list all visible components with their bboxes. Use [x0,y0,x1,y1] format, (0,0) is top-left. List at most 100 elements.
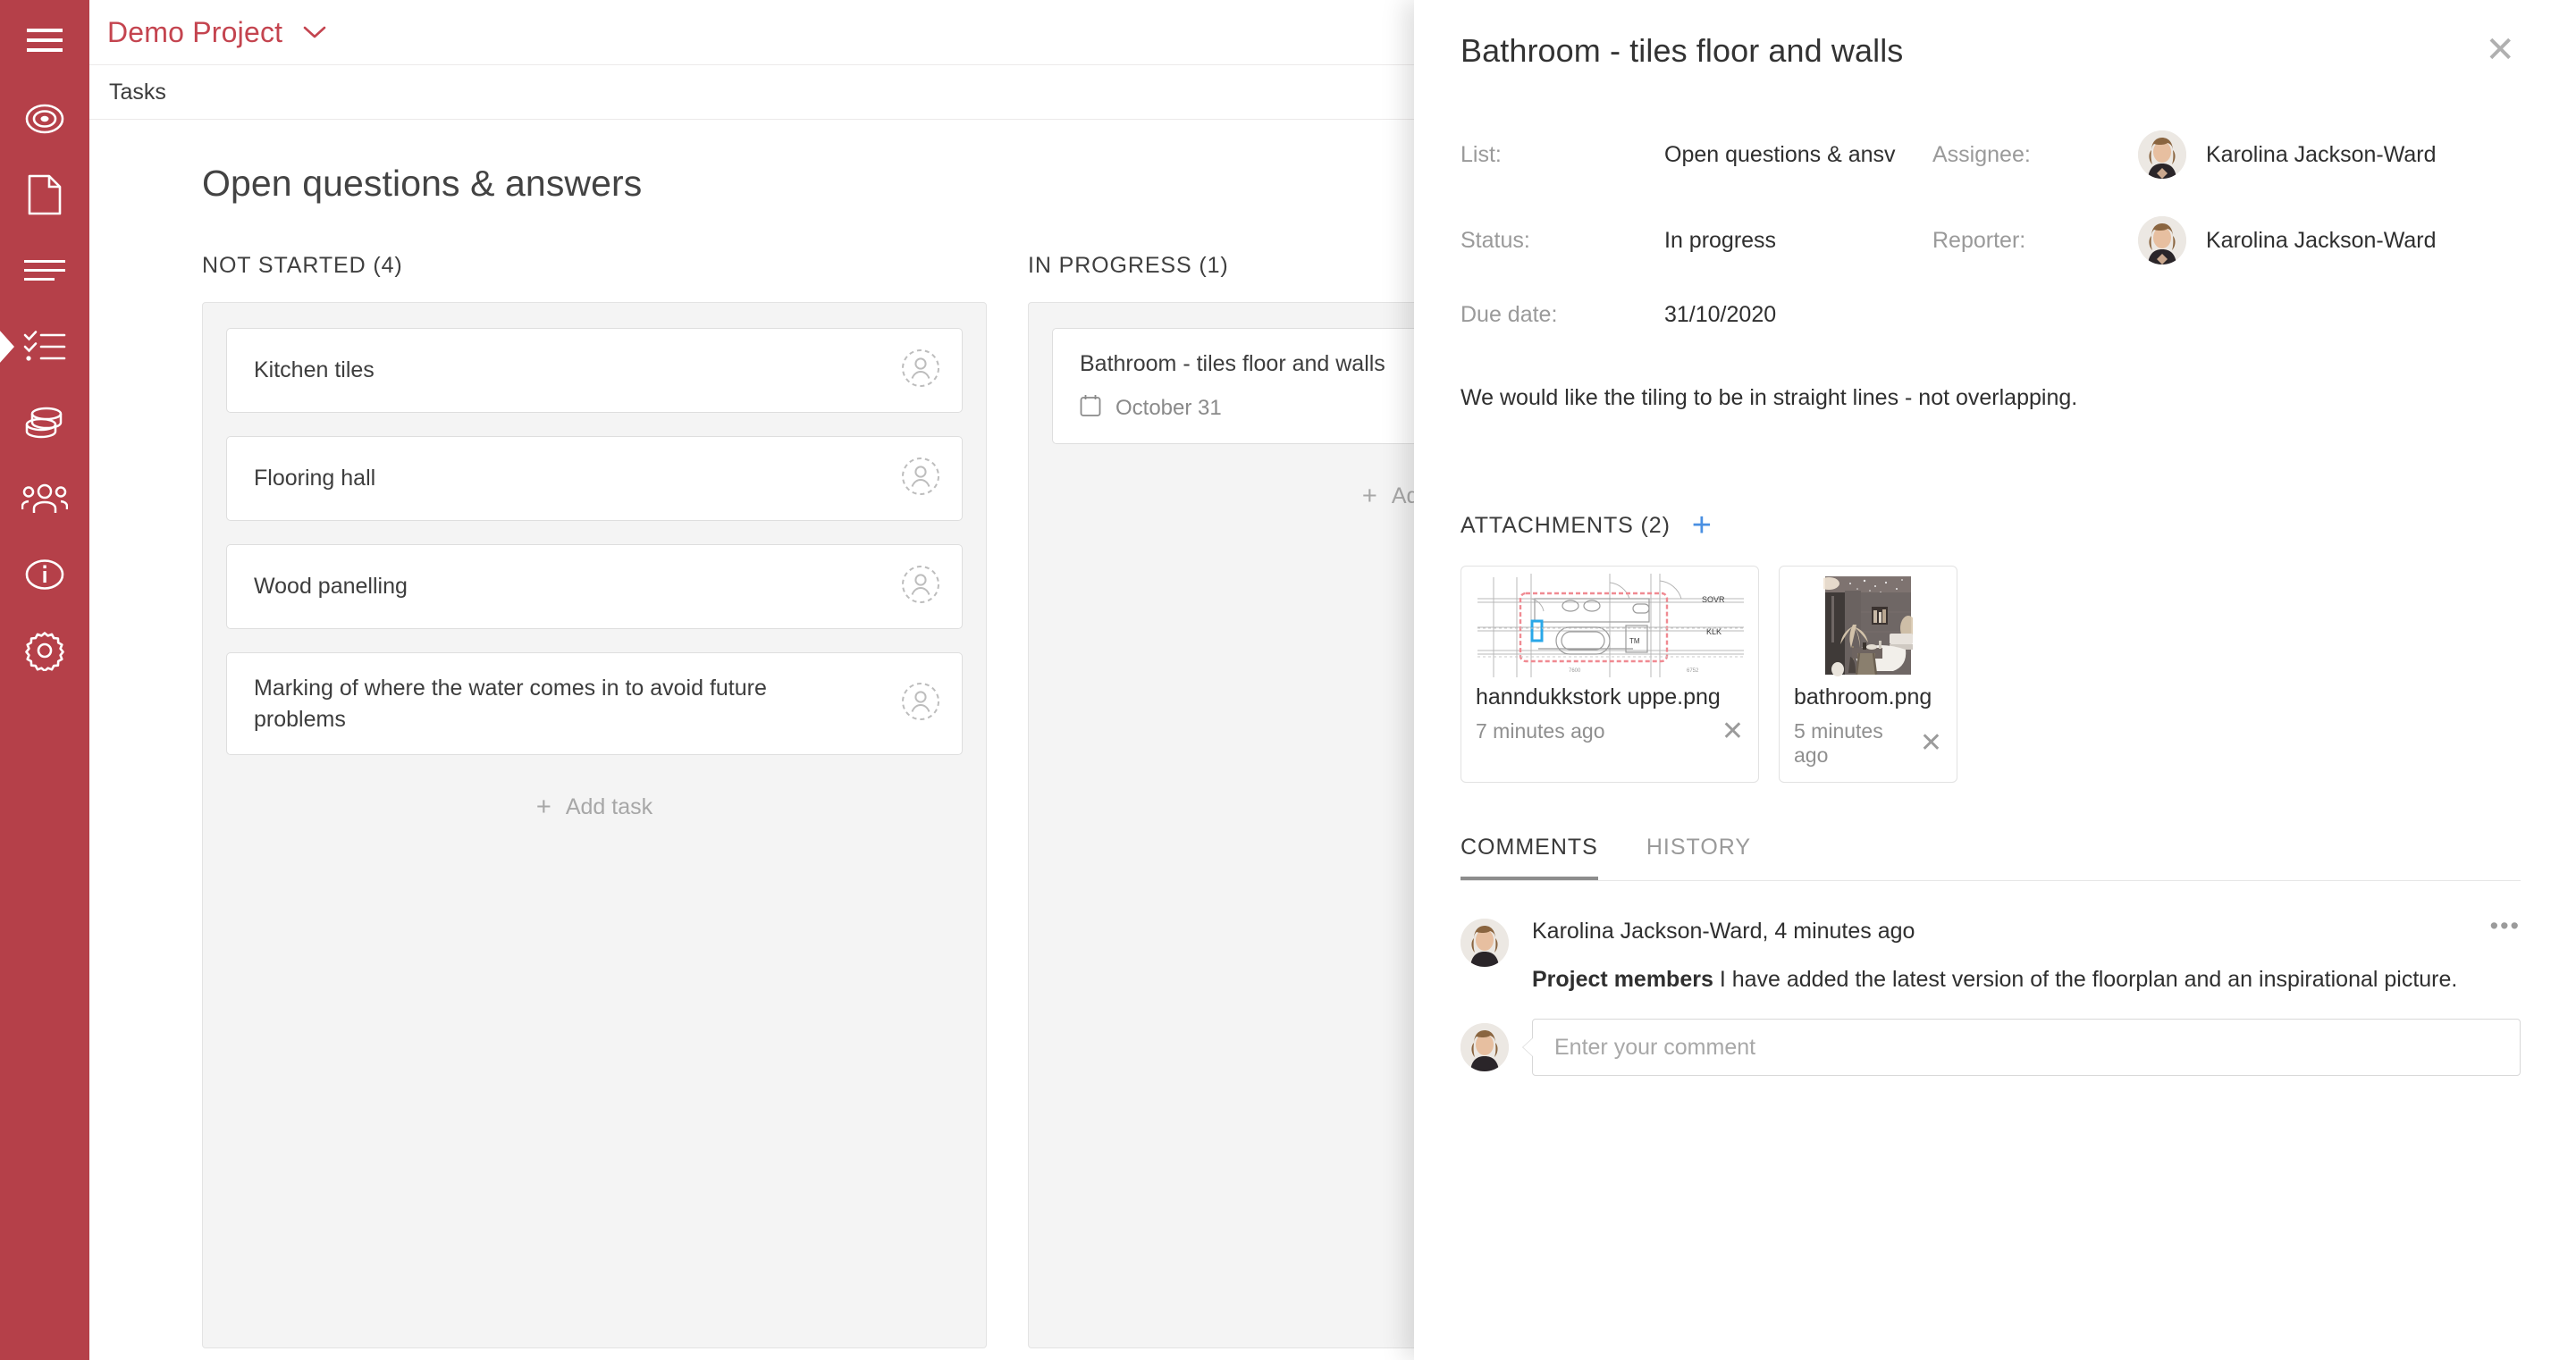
status-value[interactable]: In progress [1664,228,1932,254]
comment-input-wrapper [1522,1019,2521,1077]
card-main: Marking of where the water comes in to a… [254,673,883,735]
person-placeholder-icon[interactable] [901,348,940,392]
checklist-icon [23,330,66,364]
person-placeholder-icon[interactable] [901,457,940,500]
list-lines-icon [24,258,65,283]
panel-header: Bathroom - tiles floor and walls ✕ [1461,0,2521,70]
plus-icon: + [535,793,551,821]
attachments-list: SOVR KLK TM 7600 6752 hanndukkstork uppe… [1461,566,2521,784]
task-description[interactable]: We would like the tiling to be in straig… [1461,382,2521,414]
calendar-icon [1080,394,1101,424]
attachment-footer: 7 minutes ago ✕ [1461,710,1758,758]
comment-meta: Karolina Jackson-Ward, 4 minutes ago ••• [1532,914,2521,944]
svg-text:TM: TM [1629,637,1640,645]
assignee-name: Karolina Jackson-Ward [2206,141,2437,167]
person-placeholder-icon[interactable] [901,682,940,726]
task-title: Marking of where the water comes in to a… [254,676,767,732]
add-task-label: Add task [565,794,653,819]
status-label: Status: [1461,227,1530,253]
svg-text:6752: 6752 [1687,668,1699,674]
list-label: List: [1461,141,1502,167]
task-card[interactable]: Flooring hall [226,436,963,521]
attachments-title: ATTACHMENTS (2) [1461,512,1671,538]
tab-tasks[interactable]: Tasks [109,80,166,105]
panel-tabs: COMMENTS HISTORY [1461,835,2521,882]
people-group-icon [21,483,68,514]
task-card[interactable]: Wood panelling [226,544,963,629]
plus-icon[interactable]: + [1692,508,1712,542]
database-stack-icon [23,405,66,441]
close-icon[interactable]: ✕ [1722,718,1744,744]
sidebar-item-tasks[interactable] [0,308,89,384]
document-icon [28,174,62,215]
due-date-label: Due date: [1461,302,1558,327]
tab-comments[interactable]: COMMENTS [1461,835,1598,881]
comment-input[interactable] [1554,1034,2498,1061]
hamburger-menu-button[interactable] [0,0,89,80]
reporter-value[interactable]: Karolina Jackson-Ward [2138,216,2521,264]
close-icon[interactable]: ✕ [2479,32,2521,68]
chevron-down-icon[interactable] [302,24,327,40]
task-due-label: October 31 [1115,396,1222,420]
sidebar-item-lists[interactable] [0,232,89,308]
avatar [1461,1023,1509,1072]
gear-icon [24,630,65,671]
comment-author-time: Karolina Jackson-Ward, 4 minutes ago [1532,919,1915,944]
project-title: Demo Project [107,15,283,48]
attachment-time: 5 minutes ago [1794,719,1883,768]
sidebar-item-goals[interactable] [0,80,89,156]
assignee-label: Assignee: [1932,141,2031,167]
sidebar-item-team[interactable] [0,460,89,536]
bathroom-photo-thumbnail [1780,567,1957,684]
comment-item: Karolina Jackson-Ward, 4 minutes ago •••… [1461,914,2521,995]
app-root: Demo Project Tasks Open questions & answ… [0,0,2576,1360]
attachment-footer: 5 minutes ago ✕ [1780,710,1957,782]
avatar [2138,130,2186,179]
sidebar-item-documents[interactable] [0,156,89,232]
more-options-icon[interactable]: ••• [2490,914,2521,938]
close-icon[interactable]: ✕ [1920,730,1942,757]
panel-title: Bathroom - tiles floor and walls [1461,32,1904,69]
column-header: NOT STARTED (4) [202,253,403,278]
svg-text:KLK: KLK [1706,627,1722,636]
assignee-value[interactable]: Karolina Jackson-Ward [2138,130,2521,179]
avatar [1461,919,1509,968]
task-fields: List: Open questions & ansv Assignee: Ka… [1461,130,2521,328]
left-sidebar [0,0,89,1360]
column-not-started: NOT STARTED (4) Kitchen tiles Flooring h… [202,253,987,1348]
svg-text:7600: 7600 [1569,668,1581,674]
column-body[interactable]: Kitchen tiles Flooring hall Wood panelli… [202,302,987,1348]
sidebar-item-settings[interactable] [0,612,89,688]
comment-input-row [1461,1019,2521,1077]
list-value[interactable]: Open questions & ansv [1664,142,1932,168]
comment-mention[interactable]: Project members [1532,967,1713,992]
tab-history[interactable]: HISTORY [1646,835,1751,880]
attachment-time: 7 minutes ago [1476,719,1605,743]
person-placeholder-icon[interactable] [901,565,940,609]
card-main: Kitchen tiles [254,355,883,386]
task-title: Flooring hall [254,466,376,491]
sidebar-item-info[interactable] [0,536,89,612]
attachments-header: ATTACHMENTS (2) + [1461,508,2521,542]
attachment-card[interactable]: SOVR KLK TM 7600 6752 hanndukkstork uppe… [1461,566,1759,784]
card-main: Flooring hall [254,463,883,494]
comment-text: Project members I have added the latest … [1532,964,2521,995]
svg-text:SOVR: SOVR [1702,595,1725,604]
comment-body: Karolina Jackson-Ward, 4 minutes ago •••… [1532,914,2521,995]
attachment-card[interactable]: bathroom.png 5 minutes ago ✕ [1779,566,1957,784]
avatar [2138,216,2186,264]
hamburger-menu-icon [27,27,63,54]
task-card[interactable]: Kitchen tiles [226,328,963,413]
task-title: Wood panelling [254,574,408,600]
floorplan-thumbnail: SOVR KLK TM 7600 6752 [1461,567,1758,684]
due-date-value[interactable]: 31/10/2020 [1664,302,1932,328]
reporter-name: Karolina Jackson-Ward [2206,227,2437,253]
card-main: Wood panelling [254,571,883,602]
info-circle-icon [25,555,64,594]
target-icon [25,99,64,139]
attachment-filename: bathroom.png [1794,684,1932,710]
sidebar-item-resources[interactable] [0,384,89,460]
add-task-button[interactable]: + Add task [226,778,963,844]
task-card[interactable]: Marking of where the water comes in to a… [226,652,963,755]
reporter-label: Reporter: [1932,227,2026,253]
